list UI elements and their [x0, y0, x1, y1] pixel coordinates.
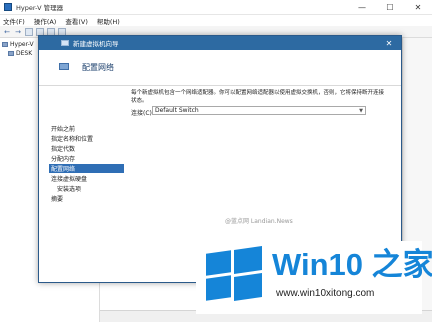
logo-pane: [206, 250, 231, 276]
network-description: 每个新虚拟机包含一个网络适配器。你可以配置网络适配器以使用虚拟交换机，否则，它将…: [131, 90, 385, 104]
computer-icon: [8, 51, 14, 56]
forward-arrow-icon[interactable]: →: [14, 28, 22, 36]
wizard-title: 新建虚拟机向导: [73, 40, 119, 48]
step-before-you-begin[interactable]: 开始之前: [49, 124, 124, 133]
step-summary[interactable]: 摘要: [49, 194, 124, 203]
step-virtual-disk[interactable]: 连接虚拟硬盘: [49, 174, 124, 183]
minimize-button[interactable]: —: [348, 0, 376, 15]
wizard-title-bar: 新建虚拟机向导 ✕: [39, 36, 401, 50]
brand-url: www.win10xitong.com: [276, 288, 375, 299]
menu-view[interactable]: 查看(V): [65, 16, 88, 26]
brand-name: Win10 之家: [272, 247, 432, 282]
maximize-button[interactable]: ☐: [376, 0, 404, 15]
connection-label: 连接(C):: [131, 110, 154, 117]
menu-help[interactable]: 帮助(H): [97, 16, 120, 26]
menu-action[interactable]: 操作(A): [34, 16, 57, 26]
folder-icon[interactable]: [25, 27, 33, 36]
step-install-options[interactable]: 安装选项: [49, 184, 124, 193]
tree-item-label: Hyper-V: [10, 41, 34, 48]
page-title: 配置网络: [82, 63, 114, 72]
network-icon: [59, 63, 69, 70]
watermark-text: @蓝点网 Landian.News: [225, 218, 293, 225]
logo-pane: [206, 275, 231, 301]
wizard-steps: 开始之前 指定名称和位置 指定代数 分配内存 配置网络 连接虚拟硬盘 安装选项 …: [39, 86, 124, 282]
back-arrow-icon[interactable]: ←: [3, 28, 11, 36]
wizard-header: 配置网络: [39, 50, 401, 86]
app-title: Hyper-V 管理器: [16, 4, 64, 12]
step-name-location[interactable]: 指定名称和位置: [49, 134, 124, 143]
step-generation[interactable]: 指定代数: [49, 144, 124, 153]
vm-icon: [61, 40, 69, 46]
tree-item-desktop[interactable]: DESK: [8, 50, 32, 57]
server-icon: [2, 42, 8, 47]
connection-selected-value: Default Switch: [155, 107, 199, 114]
wizard-close-button[interactable]: ✕: [383, 36, 395, 50]
connection-select[interactable]: Default Switch ▼: [152, 106, 366, 115]
menu-file[interactable]: 文件(F): [3, 16, 25, 26]
hyperv-app-icon: [4, 3, 12, 11]
menu-bar: 文件(F) 操作(A) 查看(V) 帮助(H): [0, 15, 432, 26]
step-memory[interactable]: 分配内存: [49, 154, 124, 163]
logo-pane: [234, 273, 262, 301]
brand-overlay: Win10 之家 www.win10xitong.com: [196, 241, 432, 314]
logo-pane: [234, 246, 262, 274]
step-networking[interactable]: 配置网络: [49, 164, 124, 173]
tree-item-hyperv[interactable]: Hyper-V: [2, 41, 34, 48]
chevron-down-icon: ▼: [359, 108, 363, 114]
windows-logo-icon: [206, 246, 262, 301]
close-button[interactable]: ✕: [404, 0, 432, 15]
tree-item-label: DESK: [16, 50, 33, 57]
